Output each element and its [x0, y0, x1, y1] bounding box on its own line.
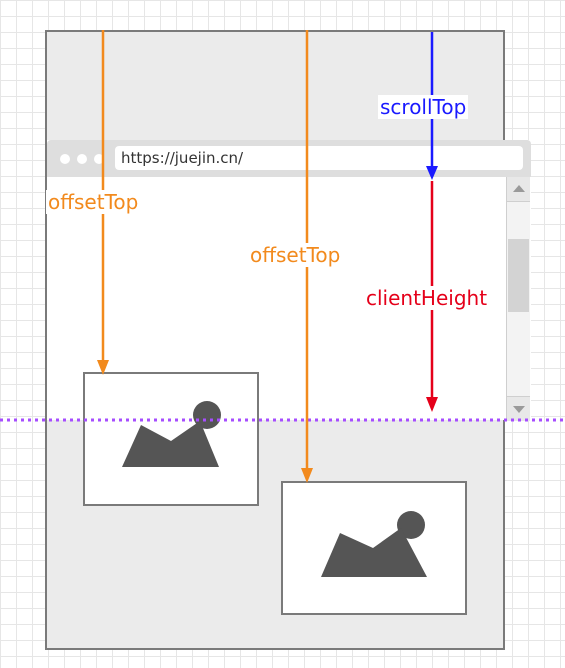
client-height-label: clientHeight — [364, 286, 490, 310]
offset-top-label-2: offsetTop — [248, 243, 343, 267]
arrow-head-icon — [426, 166, 438, 180]
arrow-head-icon — [301, 468, 313, 483]
offset-top-label-1: offsetTop — [46, 190, 141, 214]
arrow-head-icon — [97, 360, 109, 375]
scroll-top-label: scrollTop — [378, 95, 469, 119]
measurement-overlay — [0, 30, 565, 483]
arrow-head-icon — [426, 397, 438, 412]
